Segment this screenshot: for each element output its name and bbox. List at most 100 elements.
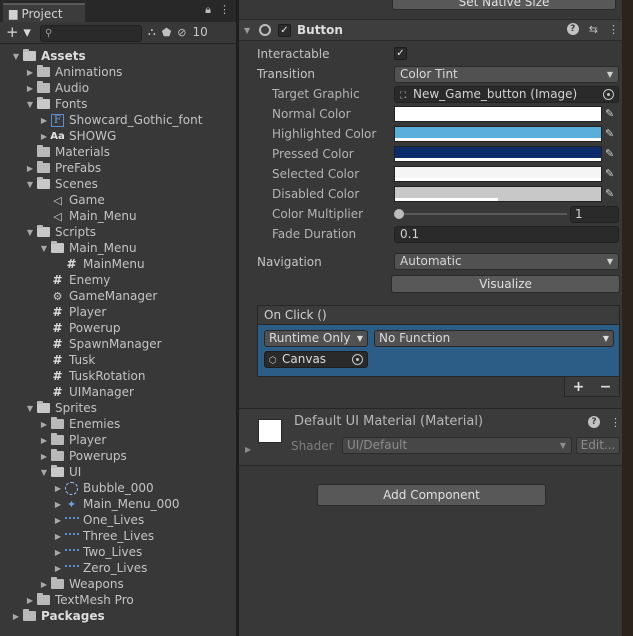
- tree-item[interactable]: ▶ Bubble_000: [52, 480, 154, 496]
- tree-item[interactable]: ▶#SpawnManager: [38, 336, 161, 352]
- expand-arrow-icon[interactable]: ▶: [38, 132, 50, 141]
- tree-item[interactable]: ▼ Scenes: [24, 176, 98, 192]
- fade-duration-input[interactable]: 0.1: [394, 226, 619, 243]
- function-dropdown[interactable]: No Function ▼: [374, 330, 614, 347]
- tree-item[interactable]: ▶ F Showcard_Gothic_font: [38, 112, 203, 128]
- tree-item[interactable]: ▶ Packages: [10, 608, 105, 624]
- eyedropper-icon[interactable]: ✎: [605, 147, 618, 160]
- tree-item[interactable]: ▶◁Game: [38, 192, 104, 208]
- collapse-arrow-icon[interactable]: ▼: [244, 26, 258, 35]
- collapse-arrow-icon[interactable]: ▼: [24, 228, 36, 237]
- color-swatch-field[interactable]: [394, 166, 602, 182]
- expand-arrow-icon[interactable]: ▶: [245, 445, 251, 454]
- expand-arrow-icon[interactable]: ▶: [24, 84, 36, 93]
- tree-item[interactable]: ▶ Two_Lives: [52, 544, 142, 560]
- color-multiplier-slider-handle[interactable]: [394, 209, 404, 219]
- tree-item[interactable]: ▶#Powerup: [38, 320, 120, 336]
- more-options-icon[interactable]: ⋮: [219, 3, 230, 17]
- color-swatch-field[interactable]: [394, 146, 602, 162]
- tree-item[interactable]: ▼ Sprites: [24, 400, 97, 416]
- tree-item[interactable]: ▶ Powerups: [38, 448, 127, 464]
- color-swatch-field[interactable]: [394, 186, 602, 202]
- remove-listener-button[interactable]: −: [600, 379, 612, 395]
- navigation-dropdown[interactable]: Automatic ▼: [394, 253, 619, 270]
- tree-item[interactable]: ▼ Fonts: [24, 96, 87, 112]
- set-native-size-button[interactable]: Set Native Size: [392, 0, 616, 10]
- tree-item[interactable]: ▼ Scripts: [24, 224, 96, 240]
- tree-item[interactable]: ▼ UI: [38, 464, 81, 480]
- tree-item[interactable]: ▶#Tusk: [38, 352, 95, 368]
- target-graphic-field[interactable]: ⛶ New_Game_button (Image): [394, 86, 619, 103]
- color-swatch-field[interactable]: [394, 126, 602, 142]
- add-listener-button[interactable]: +: [573, 379, 585, 395]
- tree-item[interactable]: ▶ ✦ Main_Menu_000: [52, 496, 180, 512]
- tree-item[interactable]: ▶ PreFabs: [24, 160, 101, 176]
- expand-arrow-icon[interactable]: ▶: [52, 548, 64, 557]
- expand-arrow-icon[interactable]: ▶: [52, 500, 64, 509]
- search-input[interactable]: ⚲: [40, 25, 142, 42]
- tree-item[interactable]: ▶ Animations: [24, 64, 122, 80]
- help-icon[interactable]: ?: [588, 416, 600, 428]
- target-object-field[interactable]: ⬡ Canvas: [264, 351, 368, 368]
- expand-arrow-icon[interactable]: ▶: [24, 164, 36, 173]
- expand-arrow-icon[interactable]: ▶: [38, 436, 50, 445]
- tree-item[interactable]: ▶Materials: [24, 144, 110, 160]
- tree-item[interactable]: ▶ TextMesh Pro: [24, 592, 134, 608]
- object-picker-icon[interactable]: [352, 354, 363, 365]
- tree-item[interactable]: ▶ Player: [38, 432, 106, 448]
- preset-icon[interactable]: ⇆: [589, 23, 598, 36]
- collapse-arrow-icon[interactable]: ▼: [38, 468, 50, 477]
- tree-item[interactable]: ▶◁Main_Menu: [38, 208, 136, 224]
- expand-arrow-icon[interactable]: ▶: [38, 452, 50, 461]
- expand-arrow-icon[interactable]: ▶: [52, 516, 64, 525]
- color-multiplier-input[interactable]: 1: [570, 206, 619, 223]
- add-component-button[interactable]: Add Component: [317, 484, 546, 506]
- visualize-button[interactable]: Visualize: [391, 275, 620, 293]
- runtime-mode-dropdown[interactable]: Runtime Only ▼: [264, 330, 368, 347]
- button-enabled-checkbox[interactable]: ✓: [278, 23, 291, 37]
- tree-item[interactable]: ▶#TuskRotation: [38, 368, 145, 384]
- tree-item[interactable]: ▶⚙GameManager: [38, 288, 158, 304]
- collapse-arrow-icon[interactable]: ▼: [38, 244, 50, 253]
- expand-arrow-icon[interactable]: ▶: [52, 564, 64, 573]
- collapse-arrow-icon[interactable]: ▼: [24, 100, 36, 109]
- collapse-arrow-icon[interactable]: ▼: [10, 52, 22, 61]
- tree-item[interactable]: ▼ Assets: [10, 48, 86, 64]
- expand-arrow-icon[interactable]: ▶: [24, 596, 36, 605]
- expand-arrow-icon[interactable]: ▶: [10, 612, 22, 621]
- color-swatch-field[interactable]: [394, 106, 602, 122]
- more-options-icon[interactable]: ⋮: [608, 23, 619, 36]
- tree-item[interactable]: ▶ Aa SHOWG: [38, 128, 116, 144]
- collapse-arrow-icon[interactable]: ▼: [24, 180, 36, 189]
- collapse-arrow-icon[interactable]: ▼: [24, 404, 36, 413]
- tree-item[interactable]: ▶ Enemies: [38, 416, 120, 432]
- expand-arrow-icon[interactable]: ▶: [52, 532, 64, 541]
- tree-item[interactable]: ▼ Main_Menu: [38, 240, 137, 256]
- eyedropper-icon[interactable]: ✎: [605, 127, 618, 140]
- tree-item[interactable]: ▶ Audio: [24, 80, 89, 96]
- color-multiplier-slider-track[interactable]: [399, 213, 567, 215]
- more-options-icon[interactable]: ⋮: [610, 416, 621, 429]
- eyedropper-icon[interactable]: ✎: [605, 107, 618, 120]
- expand-arrow-icon[interactable]: ▶: [38, 420, 50, 429]
- lock-icon[interactable]: 🔒︎: [205, 3, 211, 17]
- expand-arrow-icon[interactable]: ▶: [38, 116, 50, 125]
- tree-item[interactable]: ▶ Weapons: [38, 576, 124, 592]
- onclick-listener-row[interactable]: Runtime Only ▼ No Function ▼ ⬡ Canvas: [257, 325, 620, 377]
- tree-item[interactable]: ▶#Player: [38, 304, 106, 320]
- eyedropper-icon[interactable]: ✎: [605, 167, 618, 180]
- expand-arrow-icon[interactable]: ▶: [52, 484, 64, 493]
- toggle-hidden-packages-icon[interactable]: ⊘: [177, 26, 186, 39]
- tree-item[interactable]: ▶ One_Lives: [52, 512, 144, 528]
- tree-item[interactable]: ▶ Three_Lives: [52, 528, 154, 544]
- transition-dropdown[interactable]: Color Tint ▼: [394, 66, 619, 83]
- tree-item[interactable]: ▶#Enemy: [38, 272, 110, 288]
- object-picker-icon[interactable]: [603, 89, 614, 100]
- tree-item[interactable]: ▶#MainMenu: [52, 256, 144, 272]
- eyedropper-icon[interactable]: ✎: [605, 187, 618, 200]
- filter-by-label-icon[interactable]: ⬟: [162, 26, 172, 39]
- tree-item[interactable]: ▶ Zero_Lives: [52, 560, 147, 576]
- button-component-header[interactable]: ▼ ✓ Button ? ⇆ ⋮: [239, 19, 633, 41]
- add-asset-button[interactable]: + ▾: [6, 24, 36, 42]
- tree-item[interactable]: ▶#UIManager: [38, 384, 133, 400]
